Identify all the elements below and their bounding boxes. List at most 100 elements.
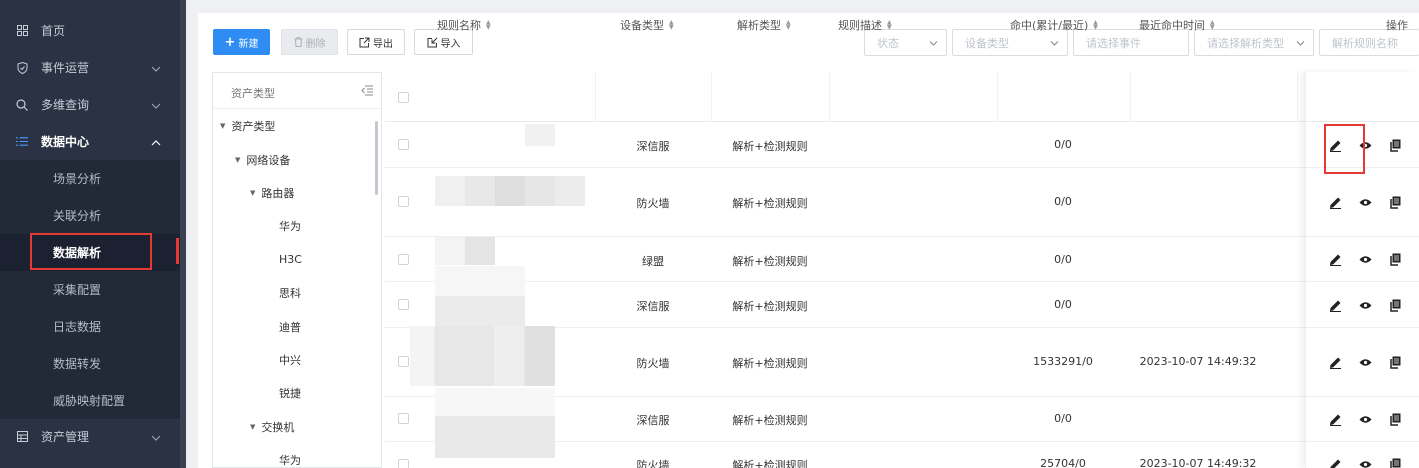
sort-icon: ▲ ▼ [786,19,791,31]
row-checkbox[interactable] [398,254,409,265]
sidebar-item-asset-management[interactable]: 资产管理 [0,418,180,455]
sidebar-item-home[interactable]: 首页 [0,12,180,49]
sidebar-item-multi-query[interactable]: 多维查询 [0,86,180,123]
highlight-box [1324,124,1365,174]
row-checkbox[interactable] [398,413,409,424]
eye-icon[interactable] [1358,252,1372,266]
cell-parse-type: 解析+检测规则 [732,300,808,313]
chevron-down-icon [929,36,938,49]
tree-node[interactable]: ▼ 资产类型 [220,109,275,142]
tree-node-label: 华为 [279,219,301,233]
copy-icon[interactable] [1388,355,1402,369]
cell-hits: 0/0 [1054,298,1072,311]
sidebar-sub-correlation-analysis[interactable]: 关联分析 [0,197,180,234]
eye-icon[interactable] [1358,195,1372,209]
row-checkbox[interactable] [398,196,409,207]
col-label: 命中(累计/最近) [1010,19,1089,32]
tree-node-label: 迪普 [279,320,301,334]
cell-hits: 0/0 [1054,138,1072,151]
new-button-label: 新建 [238,38,259,50]
eye-icon[interactable] [1358,457,1372,468]
col-label: 规则名称 [437,19,481,32]
eye-icon[interactable] [1358,412,1372,426]
cell-parse-type: 解析+检测规则 [732,197,808,210]
cell-hits: 25704/0 [1040,457,1086,468]
sidebar-sub-label: 威胁映射配置 [53,394,126,408]
tree-node[interactable]: ▼ 网络设备 [235,143,290,176]
row-checkbox[interactable] [398,459,409,468]
edit-icon[interactable] [1328,355,1342,369]
cell-hits: 0/0 [1054,412,1072,425]
tree-node[interactable]: 思科 [279,276,301,309]
caret-down-icon: ▼ [220,121,226,130]
tree-node[interactable]: ▼ 路由器 [250,176,294,209]
tree-node[interactable]: H3C [279,243,302,276]
edit-icon[interactable] [1328,252,1342,266]
export-icon [359,37,370,48]
cell-device-type: 防火墙 [636,357,670,370]
tree-node[interactable]: 中兴 [279,343,301,376]
tree-node[interactable]: 华为 [279,209,301,242]
export-button[interactable]: 导出 [347,29,405,55]
col-parse-type[interactable]: 解析类型 ▲ ▼ [737,0,791,50]
col-label: 规则描述 [838,19,882,32]
tree-header: 资产类型 [212,72,382,109]
copy-icon[interactable] [1388,298,1402,312]
edit-icon[interactable] [1328,195,1342,209]
edit-icon[interactable] [1328,412,1342,426]
tree-node-label: H3C [279,253,302,266]
eye-icon[interactable] [1358,355,1372,369]
copy-icon[interactable] [1388,412,1402,426]
edit-icon[interactable] [1328,298,1342,312]
col-rule-name[interactable]: 规则名称 ▲ ▼ [437,0,491,50]
sidebar-sub-scene-analysis[interactable]: 场景分析 [0,160,180,197]
delete-button-label: 删除 [305,38,326,50]
table-row[interactable] [385,282,1419,328]
row-checkbox[interactable] [398,139,409,150]
sidebar-sub-log-data[interactable]: 日志数据 [0,308,180,345]
cell-parse-type: 解析+检测规则 [732,414,808,427]
collapse-icon[interactable] [361,85,373,99]
delete-button[interactable]: 删除 [281,29,338,55]
col-label: 解析类型 [737,19,781,32]
row-checkbox[interactable] [398,299,409,310]
copy-icon[interactable] [1388,195,1402,209]
tree-node[interactable]: 迪普 [279,310,301,343]
sidebar-sub-data-forwarding[interactable]: 数据转发 [0,345,180,382]
tree-scrollbar[interactable] [375,121,378,195]
grid-icon [16,25,28,37]
col-rule-desc[interactable]: 规则描述 ▲ ▼ [838,0,892,50]
tree-node[interactable]: ▼ 交换机 [250,410,294,443]
eye-icon[interactable] [1358,298,1372,312]
table-row[interactable] [385,237,1419,282]
sidebar-sub-threat-mapping[interactable]: 威胁映射配置 [0,382,180,419]
edit-icon[interactable] [1328,457,1342,468]
new-button[interactable]: + 新建 [213,29,270,55]
tree-node[interactable]: 华为 [279,443,301,468]
column-divider [595,72,596,122]
sidebar-sub-collection-config[interactable]: 采集配置 [0,271,180,308]
chevron-down-icon [151,61,161,75]
row-checkbox[interactable] [398,356,409,367]
cell-device-type: 防火墙 [636,197,670,210]
chevron-down-icon [1296,36,1305,49]
sidebar-item-label: 首页 [41,24,66,38]
cell-hits: 1533291/0 [1033,355,1093,368]
tree-node[interactable]: 锐捷 [279,376,301,409]
tree-title: 资产类型 [231,87,275,100]
select-all-checkbox[interactable] [398,92,409,103]
col-hits[interactable]: 命中(累计/最近) ▲ ▼ [1010,0,1098,50]
copy-icon[interactable] [1388,252,1402,266]
sidebar-item-event-ops[interactable]: 事件运营 [0,49,180,86]
blurred-rule-name [435,266,525,326]
cell-parse-type: 解析+检测规则 [732,140,808,153]
blurred-rule-name [435,176,585,206]
col-last-hit-time[interactable]: 最近命中时间 ▲ ▼ [1139,0,1215,50]
sidebar-item-data-center[interactable]: 数据中心 [0,123,180,160]
col-device-type[interactable]: 设备类型 ▲ ▼ [620,0,674,50]
search-icon [16,98,28,111]
sidebar-border [180,0,186,468]
cell-hits: 0/0 [1054,253,1072,266]
copy-icon[interactable] [1388,457,1402,468]
copy-icon[interactable] [1388,138,1402,152]
